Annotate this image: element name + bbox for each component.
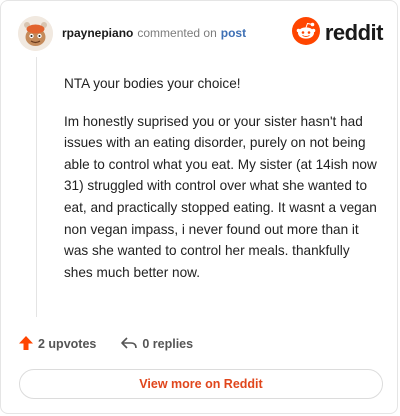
snoo-avatar[interactable] xyxy=(18,16,53,51)
comment-paragraph: Im honestly suprised you or your sister … xyxy=(64,113,377,280)
reddit-wordmark: reddit xyxy=(324,20,384,45)
reply-button[interactable]: 0 replies xyxy=(120,335,193,354)
reply-arrow-icon xyxy=(120,335,138,354)
thread-line xyxy=(36,57,37,317)
comment-header: rpaynepiano commented on post reddit xyxy=(18,16,384,52)
upvote-count: 2 upvotes xyxy=(38,337,97,351)
reddit-brand[interactable]: reddit xyxy=(291,16,384,50)
comment-meta: rpaynepiano commented on post xyxy=(62,26,246,40)
reddit-snoo-icon xyxy=(291,16,320,50)
comment-actions: 2 upvotes 0 replies xyxy=(18,334,217,354)
upvote-arrow-icon xyxy=(18,335,34,354)
view-more-button[interactable]: View more on Reddit xyxy=(19,369,383,399)
comment-body: NTA your bodies your choice! Im honestly… xyxy=(64,73,380,299)
username[interactable]: rpaynepiano xyxy=(62,26,133,40)
reply-count: 0 replies xyxy=(142,337,194,351)
upvote-button[interactable]: 2 upvotes xyxy=(18,335,96,354)
comment-card: rpaynepiano commented on post reddit NTA… xyxy=(0,0,398,414)
post-link[interactable]: post xyxy=(221,26,246,40)
action-text: commented on xyxy=(137,26,217,40)
comment-paragraph: NTA your bodies your choice! xyxy=(64,76,241,91)
